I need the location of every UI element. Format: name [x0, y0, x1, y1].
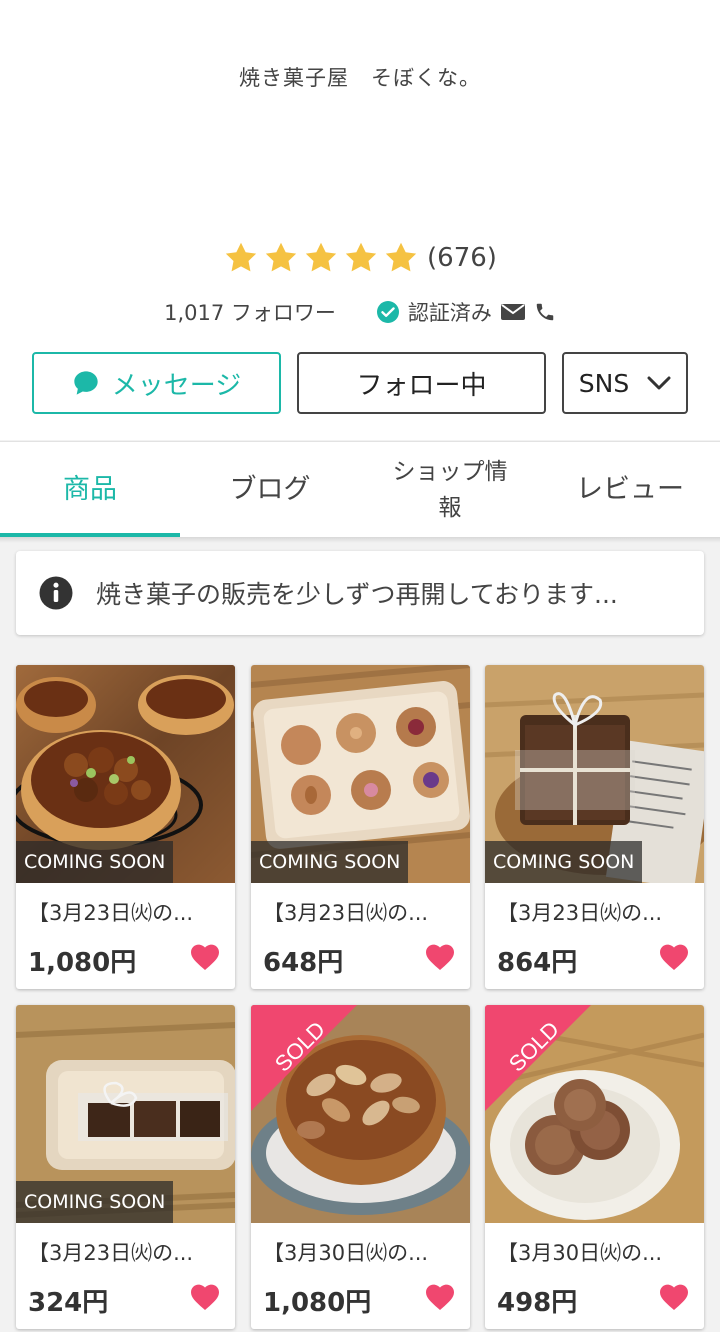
- product-card[interactable]: COMING SOON 【3月23日㈫の... 864円: [485, 665, 704, 989]
- check-circle-icon: [376, 301, 399, 323]
- product-card[interactable]: SOLD 【3月30日㈫の... 1,080円: [251, 1005, 470, 1329]
- chat-bubble-icon: [74, 371, 98, 395]
- product-price: 498円: [497, 1288, 578, 1318]
- tab-bar: 商品 ブログ ショップ情 報 レビュー: [0, 441, 720, 538]
- tab-reviews-label: レビュー: [576, 474, 684, 505]
- sns-dropdown[interactable]: SNS: [562, 352, 688, 414]
- heart-icon[interactable]: [424, 1281, 456, 1311]
- coming-soon-badge: COMING SOON: [251, 841, 409, 883]
- heart-icon[interactable]: [658, 941, 690, 971]
- heart-icon[interactable]: [189, 941, 221, 971]
- product-title: 【3月23日㈫の...: [497, 901, 663, 925]
- sns-dropdown-label: SNS: [578, 368, 630, 398]
- star-icon: [345, 242, 377, 272]
- rating-count[interactable]: (676): [427, 243, 497, 273]
- tab-shop-info-label: ショップ情 報: [393, 454, 508, 526]
- product-card[interactable]: SOLD 【3月30日㈫の... 498円: [485, 1005, 704, 1329]
- tab-shop-info[interactable]: ショップ情 報: [360, 442, 540, 538]
- shop-meta: 1,017 フォロワー 認証済み: [0, 294, 720, 330]
- coming-soon-badge: COMING SOON: [16, 841, 174, 883]
- follow-button[interactable]: フォロー中: [297, 352, 546, 414]
- follower-count[interactable]: 1,017 フォロワー: [164, 297, 336, 327]
- product-image: SOLD: [485, 1005, 704, 1223]
- star-icon: [265, 242, 297, 272]
- tab-shop-info-line2: 報: [438, 495, 462, 521]
- product-image: COMING SOON: [485, 665, 704, 883]
- product-price: 1,080円: [28, 948, 137, 978]
- heart-icon[interactable]: [424, 941, 456, 971]
- rating-row: (676): [0, 236, 720, 280]
- product-title: 【3月23日㈫の...: [263, 901, 429, 925]
- star-icon: [225, 242, 257, 272]
- sold-badge: SOLD: [485, 1005, 591, 1111]
- info-icon: [39, 576, 73, 610]
- product-card[interactable]: COMING SOON 【3月23日㈫の... 1,080円: [16, 665, 235, 989]
- follow-button-label: フォロー中: [356, 370, 487, 401]
- verified-label: 認証済み: [407, 301, 492, 325]
- chevron-down-icon: [647, 376, 671, 390]
- message-button[interactable]: メッセージ: [32, 352, 281, 414]
- shop-name: 焼き菓子屋 そぼくな。: [239, 66, 481, 90]
- product-price: 648円: [263, 948, 344, 978]
- product-title: 【3月23日㈫の...: [28, 1241, 194, 1265]
- tab-shop-info-line1: ショップ情: [392, 459, 508, 485]
- tab-blog[interactable]: ブログ: [180, 442, 360, 538]
- product-card[interactable]: COMING SOON 【3月23日㈫の... 648円: [251, 665, 470, 989]
- heart-icon[interactable]: [658, 1281, 690, 1311]
- mail-icon: [500, 302, 526, 322]
- product-card[interactable]: COMING SOON 【3月23日㈫の... 324円: [16, 1005, 235, 1329]
- heart-icon[interactable]: [189, 1281, 221, 1311]
- phone-icon: [534, 301, 556, 323]
- star-icon: [305, 242, 337, 272]
- product-image: SOLD: [251, 1005, 470, 1223]
- product-title: 【3月23日㈫の...: [28, 901, 194, 925]
- shop-header: 焼き菓子屋 そぼくな。 (676) 1,017 フォロワー 認証済み メッセージ…: [0, 0, 720, 440]
- product-title: 【3月30日㈫の...: [497, 1241, 663, 1265]
- product-image: COMING SOON: [251, 665, 470, 883]
- product-image: COMING SOON: [16, 1005, 235, 1223]
- product-price: 324円: [28, 1288, 109, 1318]
- product-price: 864円: [497, 948, 578, 978]
- notice-text: 焼き菓子の販売を少しずつ再開しております...: [96, 580, 618, 609]
- tab-products[interactable]: 商品: [0, 442, 180, 538]
- product-image: COMING SOON: [16, 665, 235, 883]
- coming-soon-badge: COMING SOON: [485, 841, 643, 883]
- product-price: 1,080円: [263, 1288, 372, 1318]
- verified-badge: 認証済み: [376, 297, 492, 327]
- tab-bar-shadow: [0, 537, 720, 543]
- sold-badge: SOLD: [251, 1005, 357, 1111]
- star-icon: [385, 242, 417, 272]
- notice-banner[interactable]: 焼き菓子の販売を少しずつ再開しております...: [16, 551, 704, 635]
- tab-reviews[interactable]: レビュー: [540, 442, 720, 538]
- tab-blog-label: ブログ: [229, 474, 311, 505]
- product-title: 【3月30日㈫の...: [263, 1241, 429, 1265]
- message-button-label: メッセージ: [111, 370, 242, 401]
- tab-products-label: 商品: [63, 474, 117, 505]
- coming-soon-badge: COMING SOON: [16, 1181, 174, 1223]
